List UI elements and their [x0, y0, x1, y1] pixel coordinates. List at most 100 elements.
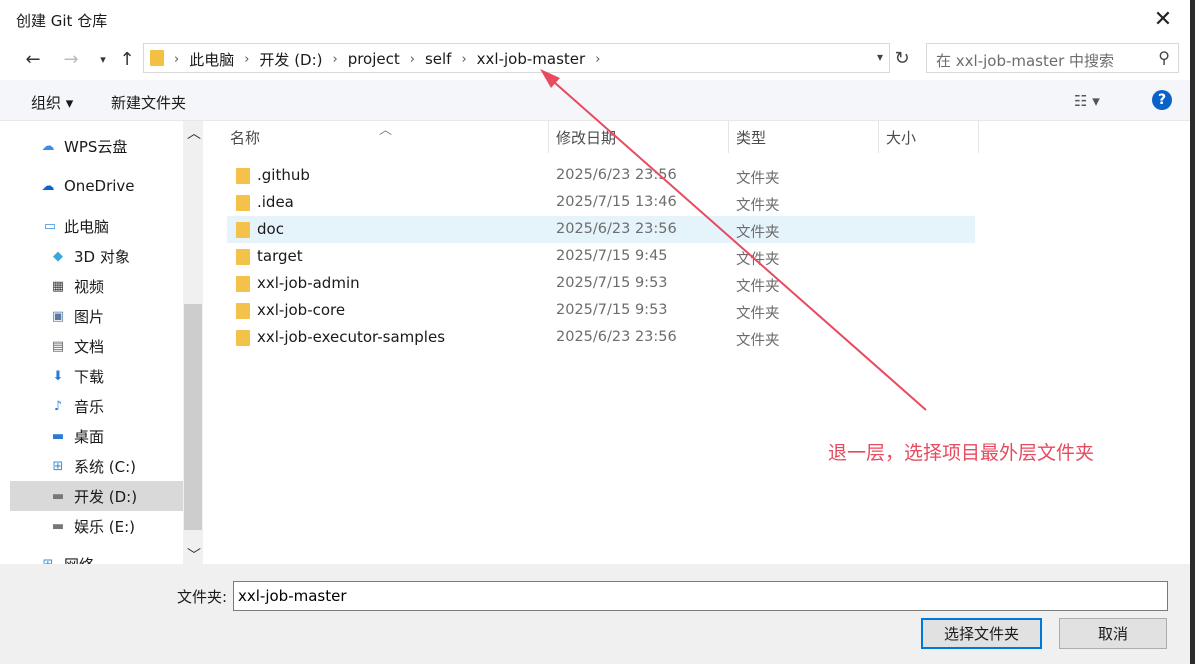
file-date: 2025/6/23 23:56 — [556, 221, 677, 237]
folder-name-input[interactable] — [233, 581, 1168, 611]
nav-label: 音乐 — [74, 397, 105, 416]
cloud-icon: ☁ — [41, 138, 55, 154]
address-dropdown-icon[interactable]: ▾ — [877, 50, 883, 64]
toolbar: 组织 ▾ 新建文件夹 ☷ ▾ ? — [0, 80, 1190, 121]
computer-icon: ▭ — [43, 218, 57, 234]
nav-label: 网络 — [64, 554, 94, 565]
table-row[interactable]: .idea 2025/7/15 13:46 文件夹 — [227, 189, 975, 216]
desktop-icon: ▬ — [51, 428, 65, 444]
onedrive-cloud-icon: ☁ — [41, 178, 55, 194]
file-name: xxl-job-core — [257, 301, 346, 319]
refresh-button[interactable]: ↻ — [890, 43, 914, 73]
column-divider[interactable] — [548, 121, 549, 153]
cancel-button[interactable]: 取消 — [1059, 618, 1167, 649]
breadcrumb-xxl-job-master[interactable]: xxl-job-master — [477, 50, 586, 68]
nav-scrollbar[interactable]: ︿ ﹀ — [183, 121, 203, 564]
file-name: doc — [257, 220, 284, 238]
nav-item-wps-cloud[interactable]: ☁ WPS云盘 — [10, 131, 183, 161]
file-name: .github — [257, 166, 310, 184]
chevron-right-icon: › — [461, 51, 467, 67]
close-icon: ✕ — [1153, 6, 1173, 32]
file-type: 文件夹 — [736, 225, 780, 241]
address-bar[interactable]: › 此电脑 › 开发 (D:) › project › self › xxl-j… — [143, 43, 890, 73]
breadcrumb-project[interactable]: project — [348, 50, 400, 68]
drive-icon: ▬ — [51, 488, 65, 504]
up-button[interactable]: ↑ — [116, 48, 138, 70]
file-name: xxl-job-admin — [257, 274, 360, 292]
close-button[interactable]: ✕ — [1146, 4, 1180, 34]
recent-locations-button[interactable]: ▾ — [92, 48, 114, 70]
nav-label: 下载 — [74, 367, 105, 386]
file-type: 文件夹 — [736, 333, 780, 349]
organize-menu[interactable]: 组织 ▾ — [31, 92, 73, 113]
folder-icon — [236, 195, 250, 211]
file-date: 2025/7/15 13:46 — [556, 194, 677, 210]
background-edge — [1190, 0, 1195, 664]
folder-icon — [236, 168, 250, 184]
nav-label: WPS云盘 — [64, 137, 128, 156]
nav-item-this-pc[interactable]: ▭ 此电脑 — [10, 211, 183, 241]
table-row[interactable]: .github 2025/6/23 23:56 文件夹 — [227, 162, 975, 189]
search-placeholder: 在 xxl-job-master 中搜索 — [936, 52, 1115, 70]
nav-label: 图片 — [74, 307, 105, 326]
table-row[interactable]: xxl-job-core 2025/7/15 9:53 文件夹 — [227, 297, 975, 324]
view-options-button[interactable]: ☷ ▾ — [1074, 92, 1100, 110]
column-divider[interactable] — [728, 121, 729, 153]
breadcrumb-self[interactable]: self — [425, 50, 452, 68]
select-folder-button[interactable]: 选择文件夹 — [921, 618, 1042, 649]
chevron-right-icon: › — [409, 51, 415, 67]
file-date: 2025/7/15 9:53 — [556, 275, 668, 291]
column-header-type[interactable]: 类型 — [736, 121, 766, 153]
breadcrumb-this-pc[interactable]: 此电脑 — [189, 49, 234, 70]
help-button[interactable]: ? — [1152, 90, 1172, 110]
nav-item-videos[interactable]: ▦ 视频 — [10, 271, 183, 301]
column-header-size[interactable]: 大小 — [886, 121, 916, 153]
nav-label: 桌面 — [74, 427, 105, 446]
back-button[interactable]: ← — [22, 48, 44, 70]
folder-icon — [236, 249, 250, 265]
nav-item-onedrive[interactable]: ☁ OneDrive — [10, 171, 183, 201]
up-arrow-icon: ↑ — [119, 48, 135, 70]
table-row[interactable]: xxl-job-admin 2025/7/15 9:53 文件夹 — [227, 270, 975, 297]
nav-item-3d-objects[interactable]: ◆ 3D 对象 — [10, 241, 183, 271]
nav-item-network[interactable]: ⊞ 网络 — [10, 549, 183, 565]
chevron-down-icon[interactable]: ﹀ — [187, 545, 201, 565]
column-header-date[interactable]: 修改日期 — [556, 121, 616, 153]
search-box[interactable]: 在 xxl-job-master 中搜索 ⚲ — [926, 43, 1179, 73]
nav-item-drive-d[interactable]: ▬ 开发 (D:) — [10, 481, 183, 511]
column-header-name[interactable]: 名称 — [230, 121, 260, 153]
file-date: 2025/6/23 23:56 — [556, 167, 677, 183]
music-icon: ♪ — [53, 398, 63, 414]
file-name: xxl-job-executor-samples — [257, 328, 446, 346]
nav-item-music[interactable]: ♪ 音乐 — [10, 391, 183, 421]
nav-label: 3D 对象 — [74, 247, 130, 266]
nav-item-drive-c[interactable]: ⊞ 系统 (C:) — [10, 451, 183, 481]
nav-item-pictures[interactable]: ▣ 图片 — [10, 301, 183, 331]
table-row[interactable]: xxl-job-executor-samples 2025/6/23 23:56… — [227, 324, 975, 351]
nav-label: OneDrive — [64, 177, 135, 195]
scrollbar-thumb[interactable] — [184, 304, 202, 530]
cube-icon: ◆ — [53, 248, 63, 264]
forward-button[interactable]: → — [60, 48, 82, 70]
column-divider[interactable] — [878, 121, 879, 153]
nav-item-downloads[interactable]: ⬇ 下载 — [10, 361, 183, 391]
table-row[interactable]: doc 2025/6/23 23:56 文件夹 — [227, 216, 975, 243]
window-title: 创建 Git 仓库 — [16, 12, 108, 30]
breadcrumb-drive-d[interactable]: 开发 (D:) — [259, 49, 322, 70]
file-name: .idea — [257, 193, 294, 211]
table-row[interactable]: target 2025/7/15 9:45 文件夹 — [227, 243, 975, 270]
drive-icon: ▬ — [51, 518, 65, 534]
search-icon: ⚲ — [1158, 48, 1170, 67]
file-dialog: 创建 Git 仓库 ✕ ← → ▾ ↑ › 此电脑 › 开发 (D:) › pr… — [0, 0, 1190, 664]
chevron-up-icon[interactable]: ︿ — [187, 123, 201, 143]
nav-item-desktop[interactable]: ▬ 桌面 — [10, 421, 183, 451]
nav-item-documents[interactable]: ▤ 文档 — [10, 331, 183, 361]
refresh-icon: ↻ — [894, 47, 910, 69]
nav-item-drive-e[interactable]: ▬ 娱乐 (E:) — [10, 511, 183, 541]
new-folder-button[interactable]: 新建文件夹 — [111, 92, 186, 113]
file-type: 文件夹 — [736, 171, 780, 187]
nav-label: 娱乐 (E:) — [74, 517, 136, 536]
video-icon: ▦ — [51, 278, 65, 294]
column-divider[interactable] — [978, 121, 979, 153]
file-date: 2025/7/15 9:45 — [556, 248, 668, 264]
